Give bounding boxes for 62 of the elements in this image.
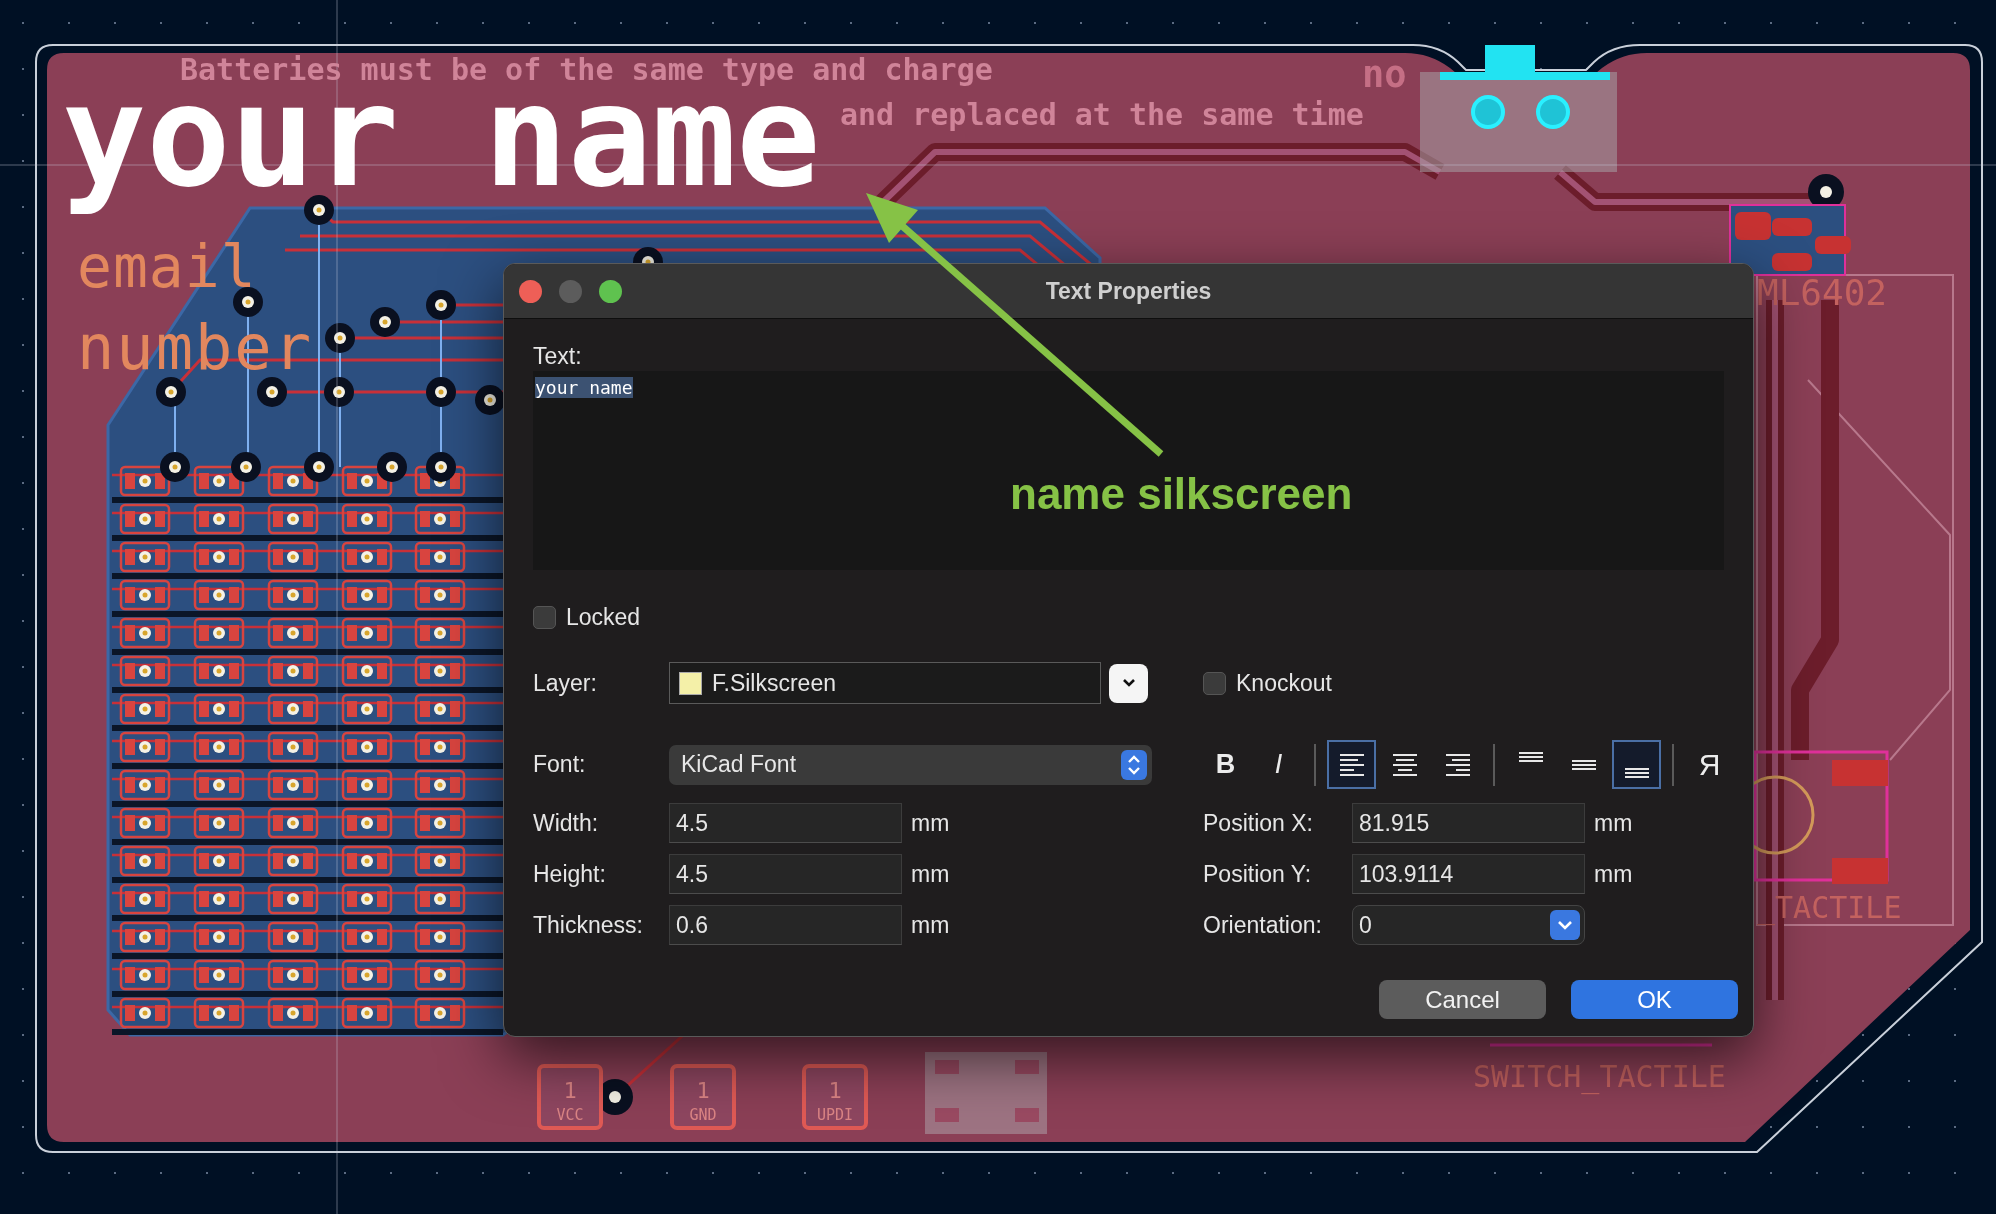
select-value: KiCad Font	[681, 751, 797, 778]
input-field[interactable]: 4.5	[669, 803, 902, 843]
field-label: Position X:	[1203, 809, 1314, 837]
input-field[interactable]: 4.5	[669, 854, 902, 894]
orientation-select[interactable]: 0	[1352, 905, 1585, 945]
field-label: Orientation:	[1203, 911, 1323, 939]
align-bottom-button[interactable]	[1612, 740, 1661, 789]
silkscreen-text: and replaced at the same time	[840, 100, 1364, 130]
align-left-button[interactable]	[1327, 740, 1376, 789]
unit-label: mm	[1594, 809, 1633, 837]
align-bottom-icon	[1623, 768, 1650, 778]
align-middle-icon	[1570, 759, 1597, 770]
select-value: 0	[1359, 911, 1372, 939]
silkscreen-text: no	[1362, 56, 1407, 93]
italic-button[interactable]: I	[1254, 740, 1303, 789]
close-button[interactable]	[519, 279, 542, 303]
pin-number: 1	[696, 1078, 710, 1103]
silkscreen-text: your name	[62, 88, 821, 220]
input-field[interactable]: 103.9114	[1352, 854, 1585, 894]
align-right-icon	[1444, 753, 1471, 776]
input-field[interactable]: 0.6	[669, 905, 902, 945]
input-field[interactable]: 81.915	[1352, 803, 1585, 843]
field-label: Thickness:	[533, 911, 644, 939]
checkbox[interactable]	[533, 605, 556, 629]
stepper-icon	[1121, 749, 1147, 780]
field-label: Position Y:	[1203, 860, 1313, 888]
window-title: Text Properties	[1045, 277, 1212, 305]
layer-name: F.Silkscreen	[712, 669, 836, 697]
pin-label: GND	[689, 1106, 717, 1124]
annotation-label: name silkscreen	[1010, 468, 1353, 520]
align-center-icon	[1391, 753, 1418, 776]
pin-label: UPDI	[816, 1106, 854, 1124]
bold-button[interactable]: B	[1201, 740, 1250, 789]
field-label: Text:	[533, 342, 583, 371]
silkscreen-text: Batteries must be of the same type and charge	[180, 55, 993, 85]
chevron-down-icon	[1550, 910, 1580, 940]
field-label: Layer:	[533, 669, 598, 697]
layer-field[interactable]: F.Silkscreen	[669, 662, 1101, 704]
unit-label: mm	[1594, 860, 1633, 888]
checkbox-label: Locked	[566, 603, 641, 631]
mirror-button[interactable]: Я	[1685, 740, 1734, 789]
swatch-icon	[679, 671, 702, 695]
field-label: Height:	[533, 860, 607, 888]
align-left-icon	[1338, 753, 1365, 776]
pin-label: VCC	[556, 1106, 584, 1124]
field-label: Width:	[533, 809, 600, 837]
checkbox[interactable]	[1203, 671, 1226, 695]
field-label: Font:	[533, 751, 587, 778]
checkbox-label: Knockout	[1236, 669, 1332, 697]
chevron-down-icon	[1121, 678, 1136, 688]
align-top-icon	[1517, 752, 1544, 762]
unit-label: mm	[911, 911, 950, 939]
cancel-button[interactable]: Cancel	[1379, 980, 1546, 1019]
zoom-button[interactable]	[599, 279, 622, 303]
pin-number: 1	[563, 1078, 577, 1103]
silkscreen-text: ML6402	[1757, 275, 1888, 311]
unit-label: mm	[911, 860, 950, 888]
ok-button[interactable]: OK	[1571, 980, 1738, 1019]
dropdown-button[interactable]	[1109, 663, 1148, 703]
font-select[interactable]: KiCad Font	[669, 744, 1152, 785]
unit-label: mm	[911, 809, 950, 837]
pin-number: 1	[828, 1078, 842, 1103]
